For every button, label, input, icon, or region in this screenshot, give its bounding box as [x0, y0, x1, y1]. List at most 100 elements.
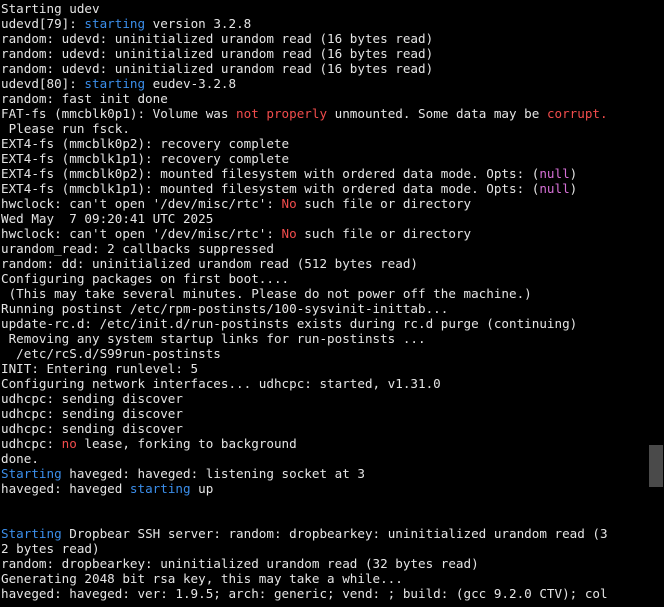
terminal-line: hwclock: can't open '/dev/misc/rtc': No …	[1, 226, 648, 241]
terminal-line: EXT4-fs (mmcblk0p2): recovery complete	[1, 136, 648, 151]
terminal-line: Configuring network interfaces... udhcpc…	[1, 376, 648, 391]
terminal-line: udevd[79]: starting version 3.2.8	[1, 16, 648, 31]
terminal-text-segment: random: udevd: uninitialized urandom rea…	[1, 61, 434, 76]
terminal-text-segment: No	[281, 196, 297, 211]
terminal-line: Starting haveged: haveged: listening soc…	[1, 466, 648, 481]
terminal-line: random: fast init done	[1, 91, 648, 106]
terminal-line: udhcpc: sending discover	[1, 421, 648, 436]
terminal-text-segment: haveged: haveged: ver: 1.9.5; arch: gene…	[1, 586, 608, 601]
terminal-text-segment: INIT: Entering runlevel: 5	[1, 361, 199, 376]
terminal-text-segment: Removing any system startup links for ru…	[1, 331, 426, 346]
terminal-text-segment: random: dd: uninitialized urandom read (…	[1, 256, 419, 271]
terminal-text-segment: random: fast init done	[1, 91, 168, 106]
terminal-line: Please run fsck.	[1, 121, 648, 136]
terminal-text-segment: not properly	[236, 106, 328, 121]
terminal-text-segment: haveged: haveged	[1, 481, 130, 496]
terminal-text-segment: null	[539, 181, 570, 196]
terminal-text-segment: 2 bytes read)	[1, 541, 100, 556]
terminal-line: /etc/rcS.d/S99run-postinsts	[1, 346, 648, 361]
terminal-text-segment: EXT4-fs (mmcblk1p1): mounted filesystem …	[1, 181, 540, 196]
terminal-text-segment: unmounted. Some data may be	[327, 106, 547, 121]
terminal-text-segment: starting	[84, 16, 146, 31]
terminal-line: (This may take several minutes. Please d…	[1, 286, 648, 301]
terminal-text-segment: )	[569, 181, 578, 196]
terminal-text-segment: such file or directory	[296, 226, 472, 241]
terminal-line: Generating 2048 bit rsa key, this may ta…	[1, 571, 648, 586]
terminal-text-segment: Dropbear SSH server: random: dropbearkey…	[61, 526, 608, 541]
terminal-line: done.	[1, 451, 648, 466]
terminal-line: udhcpc: sending discover	[1, 391, 648, 406]
terminal-text-segment: EXT4-fs (mmcblk1p1): recovery complete	[1, 151, 290, 166]
terminal-text-segment: Configuring network interfaces... udhcpc…	[1, 376, 441, 391]
terminal-text-segment: )	[569, 166, 578, 181]
terminal-line: Wed May 7 09:20:41 UTC 2025	[1, 211, 648, 226]
terminal-line: EXT4-fs (mmcblk0p2): mounted filesystem …	[1, 166, 648, 181]
terminal-text-segment: eudev-3.2.8	[145, 76, 237, 91]
terminal-line: EXT4-fs (mmcblk1p1): mounted filesystem …	[1, 181, 648, 196]
terminal-text-segment: done.	[1, 451, 39, 466]
terminal-text-segment: udevd[80]:	[1, 76, 85, 91]
terminal-text-segment: Generating 2048 bit rsa key, this may ta…	[1, 571, 403, 586]
terminal-line: update-rc.d: /etc/init.d/run-postinsts e…	[1, 316, 648, 331]
terminal-line: INIT: Entering runlevel: 5	[1, 361, 648, 376]
terminal-line: haveged: haveged: ver: 1.9.5; arch: gene…	[1, 586, 648, 601]
terminal-line: udevd[80]: starting eudev-3.2.8	[1, 76, 648, 91]
terminal-text-segment: udevd[79]:	[1, 16, 85, 31]
terminal-line: Running postinst /etc/rpm-postinsts/100-…	[1, 301, 648, 316]
terminal-text-segment: FAT-fs (mmcblk0p1): Volume was	[1, 106, 237, 121]
terminal-line: Starting udev	[1, 1, 648, 16]
terminal-text-segment: lease, forking to background	[76, 436, 297, 451]
terminal-text-segment: hwclock: can't open '/dev/misc/rtc':	[1, 226, 282, 241]
terminal-text-segment: random: udevd: uninitialized urandom rea…	[1, 46, 434, 61]
terminal-text-segment: null	[539, 166, 570, 181]
terminal-line: Removing any system startup links for ru…	[1, 331, 648, 346]
terminal-text-segment: udhcpc: sending discover	[1, 391, 183, 406]
terminal-output[interactable]: Starting udev udevd[79]: starting version…	[0, 0, 648, 607]
terminal-text-segment: urandom_read: 2 callbacks suppressed	[1, 241, 274, 256]
terminal-text-segment: udhcpc:	[1, 436, 62, 451]
terminal-line: 2 bytes read)	[1, 541, 648, 556]
terminal-line: FAT-fs (mmcblk0p1): Volume was not prope…	[1, 106, 648, 121]
terminal-text-segment: EXT4-fs (mmcblk0p2): mounted filesystem …	[1, 166, 540, 181]
terminal-text-segment: Starting	[1, 466, 62, 481]
terminal-text-segment: starting	[84, 76, 146, 91]
terminal-text-segment: up	[190, 481, 214, 496]
terminal-line: Starting Dropbear SSH server: random: dr…	[1, 526, 648, 541]
terminal-line: random: udevd: uninitialized urandom rea…	[1, 31, 648, 46]
terminal-text-segment: random: dropbearkey: uninitialized urand…	[1, 556, 479, 571]
terminal-line: random: udevd: uninitialized urandom rea…	[1, 61, 648, 76]
terminal-line: random: dropbearkey: uninitialized urand…	[1, 556, 648, 571]
terminal-text-segment: Starting udev	[1, 1, 100, 16]
terminal-text-segment: EXT4-fs (mmcblk0p2): recovery complete	[1, 136, 290, 151]
terminal-text-segment: (This may take several minutes. Please d…	[1, 286, 532, 301]
terminal-text-segment: udhcpc: sending discover	[1, 421, 183, 436]
terminal-text-segment: update-rc.d: /etc/init.d/run-postinsts e…	[1, 316, 578, 331]
terminal-text-segment: no	[61, 436, 77, 451]
terminal-text-segment: udhcpc: sending discover	[1, 406, 183, 421]
terminal-text-segment: corrupt.	[546, 106, 608, 121]
terminal-text-segment: Running postinst /etc/rpm-postinsts/100-…	[1, 301, 449, 316]
terminal-text-segment: No	[281, 226, 297, 241]
terminal-text-segment: /etc/rcS.d/S99run-postinsts	[1, 346, 221, 361]
terminal-line: udhcpc: no lease, forking to background	[1, 436, 648, 451]
terminal-line: Configuring packages on first boot....	[1, 271, 648, 286]
vertical-scrollbar[interactable]	[648, 0, 664, 607]
terminal-line: EXT4-fs (mmcblk1p1): recovery complete	[1, 151, 648, 166]
terminal-text-segment: Starting	[1, 526, 62, 541]
terminal-text-segment: version 3.2.8	[145, 16, 252, 31]
terminal-line: hwclock: can't open '/dev/misc/rtc': No …	[1, 196, 648, 211]
terminal-text-segment: hwclock: can't open '/dev/misc/rtc':	[1, 196, 282, 211]
terminal-text-segment: Wed May 7 09:20:41 UTC 2025	[1, 211, 214, 226]
terminal-line: udhcpc: sending discover	[1, 406, 648, 421]
terminal-line: random: udevd: uninitialized urandom rea…	[1, 46, 648, 61]
terminal-text-segment: such file or directory	[296, 196, 472, 211]
terminal-line: urandom_read: 2 callbacks suppressed	[1, 241, 648, 256]
terminal-line: random: dd: uninitialized urandom read (…	[1, 256, 648, 271]
terminal-text-segment: random: udevd: uninitialized urandom rea…	[1, 31, 434, 46]
terminal-text-segment: haveged: haveged: listening socket at 3	[61, 466, 365, 481]
terminal-text-segment: Configuring packages on first boot....	[1, 271, 290, 286]
terminal-text-segment: starting	[129, 481, 191, 496]
scrollbar-thumb[interactable]	[649, 445, 663, 487]
